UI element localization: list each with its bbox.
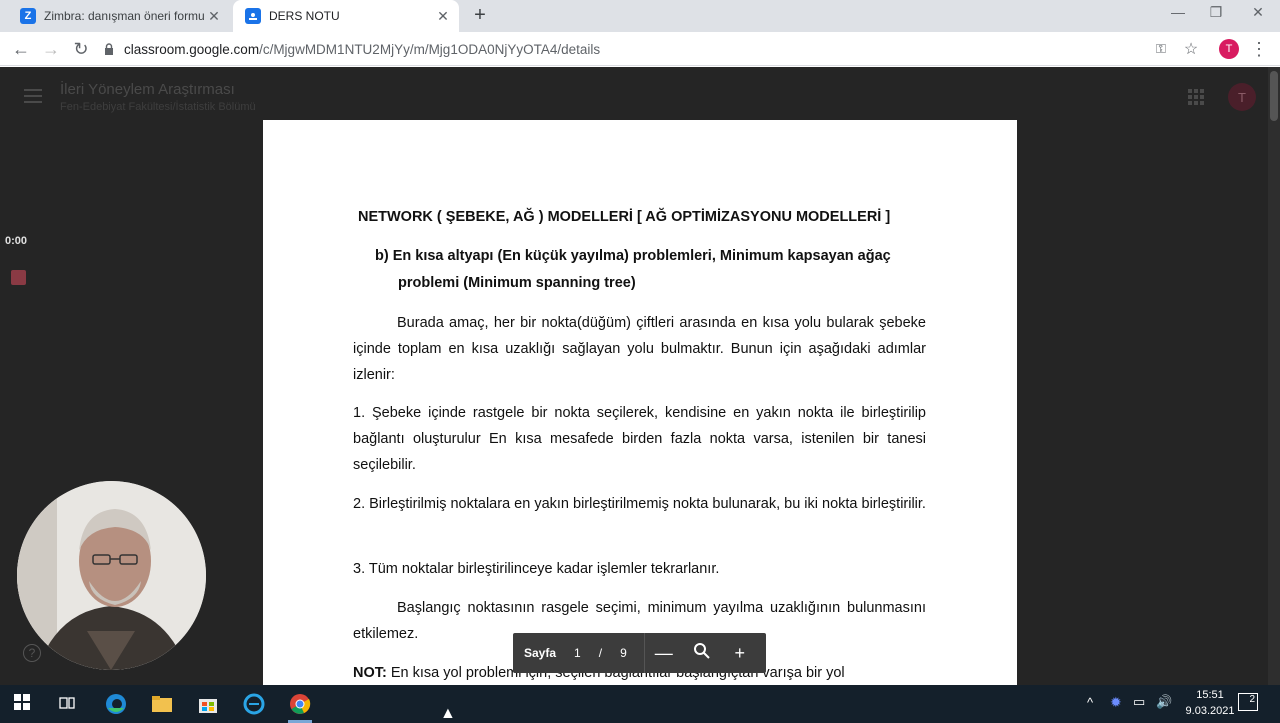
hamburger-menu-icon[interactable] <box>24 89 42 103</box>
mouse-cursor-icon: ▲ <box>440 705 456 722</box>
zoom-icon[interactable] <box>683 642 721 665</box>
course-title: İleri Yöneylem Araştırması <box>60 81 235 98</box>
page-separator: / <box>598 646 603 660</box>
notification-count: 2 <box>1249 694 1255 705</box>
pdf-page-control: Sayfa 1 / 9 — + <box>513 633 766 673</box>
webcam-overlay <box>17 481 206 670</box>
tab-zimbra[interactable]: Z Zimbra: danışman öneri formu ✕ <box>8 0 230 32</box>
course-subtitle: Fen-Edebiyat Fakültesi/İstatistik Bölümü <box>60 101 256 113</box>
tab-title: Zimbra: danışman öneri formu <box>44 9 204 23</box>
windows-start-icon[interactable] <box>12 692 36 716</box>
close-icon[interactable]: ✕ <box>433 6 453 26</box>
note-label: NOT: <box>353 665 387 681</box>
document-page: NETWORK ( ŞEBEKE, AĞ ) MODELLERİ [ AĞ OP… <box>263 120 1017 685</box>
menu-kebab-icon[interactable]: ⋮ <box>1246 36 1272 62</box>
notification-center-icon[interactable]: 2 <box>1238 693 1258 711</box>
step-2: 2. Birleştirilmiş noktalara en yakın bir… <box>353 496 926 512</box>
zimbra-icon: Z <box>20 8 36 24</box>
new-tab-button[interactable]: + <box>470 5 490 26</box>
help-icon[interactable]: ? <box>23 644 41 662</box>
section-heading-line2: problemi (Minimum spanning tree) <box>398 275 636 291</box>
edge-icon[interactable] <box>104 692 128 716</box>
forward-icon[interactable]: → <box>38 36 64 62</box>
windows-taskbar: ▲ ^ ✹ ▭ 🔊 15:51 9.03.2021 2 <box>0 685 1280 723</box>
url-path: /c/MjgwMDM1NTU2MjYy/m/Mjg1ODA0NjYyOTA4/d… <box>259 41 601 57</box>
profile-initial: T <box>1219 39 1239 59</box>
step-1: 1. Şebeke içinde rastgele bir nokta seçi… <box>353 405 926 473</box>
network-icon[interactable]: ▭ <box>1133 694 1145 710</box>
url-host: classroom.google.com <box>124 41 260 57</box>
clock-time[interactable]: 15:51 <box>1184 689 1236 701</box>
section-heading-line1: b) En kısa altyapı (En küçük yayılma) pr… <box>375 248 891 264</box>
total-pages: 9 <box>620 646 627 660</box>
key-icon[interactable]: ⚿ <box>1148 36 1174 62</box>
reload-icon[interactable]: ↻ <box>68 36 94 62</box>
tab-title: DERS NOTU <box>269 9 340 23</box>
restore-icon[interactable]: ❐ <box>1204 4 1228 24</box>
recording-timer: 0:00 <box>5 235 28 247</box>
close-icon[interactable]: ✕ <box>204 6 224 26</box>
classroom-icon <box>245 8 261 24</box>
window-close-icon[interactable]: ✕ <box>1246 4 1270 24</box>
scrollbar[interactable] <box>1268 67 1280 685</box>
tray-overflow-icon[interactable]: ^ <box>1087 695 1093 710</box>
minimize-icon[interactable]: — <box>1166 4 1190 24</box>
avatar[interactable]: T <box>1228 83 1256 111</box>
intro-paragraph: Burada amaç, her bir nokta(düğüm) çiftle… <box>353 315 926 383</box>
back-icon[interactable]: ← <box>8 36 34 62</box>
store-icon[interactable] <box>196 692 220 716</box>
step-3: 3. Tüm noktalar birleştirilinceye kadar … <box>353 561 720 577</box>
current-page[interactable]: 1 <box>574 646 581 660</box>
weather-icon[interactable]: ✹ <box>1110 694 1122 711</box>
zoom-out-button[interactable]: — <box>645 643 683 664</box>
chrome-icon[interactable] <box>288 692 312 716</box>
scrollbar-thumb[interactable] <box>1270 71 1278 121</box>
bookmark-star-icon[interactable]: ☆ <box>1178 36 1204 62</box>
presenter-video <box>17 481 206 670</box>
browser-toolbar: ← → ↻ classroom.google.com/c/MjgwMDM1NTU… <box>0 32 1280 66</box>
document-title: NETWORK ( ŞEBEKE, AĞ ) MODELLERİ [ AĞ OP… <box>358 209 891 225</box>
record-stop-button[interactable] <box>11 270 26 285</box>
zoom-in-button[interactable]: + <box>721 643 759 664</box>
apps-grid-icon[interactable] <box>1188 89 1204 105</box>
lock-icon <box>104 43 114 55</box>
tab-ders-notu[interactable]: DERS NOTU ✕ <box>233 0 459 32</box>
file-explorer-icon[interactable] <box>150 692 174 716</box>
internet-explorer-icon[interactable] <box>242 692 266 716</box>
address-bar[interactable]: classroom.google.com/c/MjgwMDM1NTU2MjYy/… <box>104 36 1208 62</box>
profile-avatar[interactable]: T <box>1216 36 1242 62</box>
browser-tab-strip: Z Zimbra: danışman öneri formu ✕ DERS NO… <box>0 0 1280 32</box>
task-view-icon[interactable] <box>56 692 80 716</box>
page-label: Sayfa <box>524 646 557 660</box>
classroom-header: İleri Yöneylem Araştırması Fen-Edebiyat … <box>0 67 1268 125</box>
